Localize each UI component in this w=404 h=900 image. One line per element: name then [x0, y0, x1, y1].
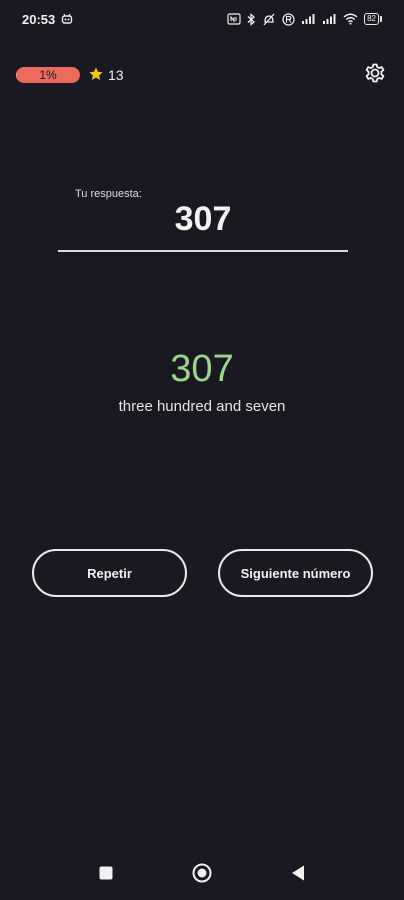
- progress-badge: 1%: [16, 67, 80, 83]
- stars-count: 13: [108, 67, 124, 83]
- do-not-disturb-icon: [262, 13, 276, 26]
- status-right: 82: [227, 12, 382, 26]
- progress-label: 1%: [39, 68, 57, 82]
- triangle-back-icon: [290, 864, 306, 887]
- battery-level: 82: [367, 14, 376, 23]
- circle-icon: [191, 862, 213, 889]
- gear-icon: [363, 61, 387, 90]
- settings-button[interactable]: [362, 62, 388, 88]
- top-bar: 1% 13: [16, 62, 388, 88]
- top-left: 1% 13: [16, 66, 124, 85]
- bluetooth-icon: [247, 12, 256, 26]
- answer-input[interactable]: 307: [58, 200, 348, 239]
- recents-button[interactable]: [94, 863, 118, 887]
- answer-label: Tu respuesta:: [75, 188, 142, 200]
- wifi-icon: [343, 13, 358, 25]
- home-button[interactable]: [190, 863, 214, 887]
- status-bar: 20:53 82: [0, 0, 404, 38]
- square-icon: [98, 865, 114, 886]
- correct-number: 307: [170, 348, 234, 390]
- app-notification-icon: [61, 13, 73, 25]
- answer-underline: [58, 250, 348, 252]
- stars-counter: 13: [88, 66, 124, 85]
- navigation-bar: [0, 850, 404, 900]
- signal-icon: [322, 13, 337, 25]
- status-left: 20:53: [22, 12, 73, 27]
- back-button[interactable]: [286, 863, 310, 887]
- progress-fill: [16, 67, 17, 83]
- battery-icon: 82: [364, 13, 382, 25]
- status-time: 20:53: [22, 11, 56, 27]
- repeat-button[interactable]: Repetir: [32, 549, 187, 597]
- correct-number-words: three hundred and seven: [118, 398, 286, 415]
- star-icon: [88, 66, 104, 85]
- next-number-button[interactable]: Siguiente número: [218, 549, 373, 597]
- signal-icon: [301, 13, 316, 25]
- nfc-icon: [227, 13, 241, 25]
- registered-icon: [282, 12, 295, 26]
